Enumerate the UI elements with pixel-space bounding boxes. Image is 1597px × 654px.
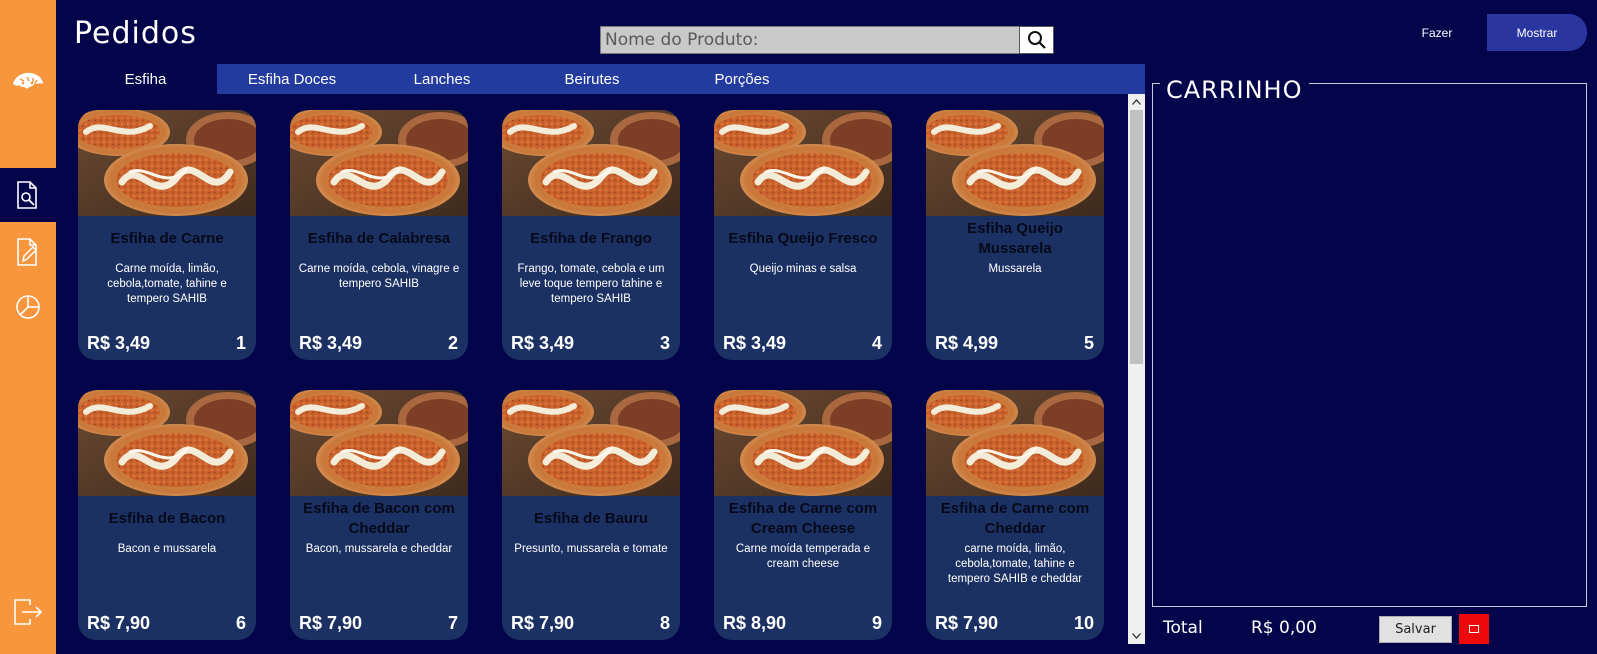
product-card[interactable]: Esfiha de Carne com Cream Cheese Carne m… xyxy=(714,390,892,640)
product-number: 4 xyxy=(871,333,882,353)
product-price: R$ 7,90 xyxy=(511,613,575,633)
product-price: R$ 7,90 xyxy=(87,613,151,633)
product-description: Presunto, mussarela e tomate xyxy=(514,543,668,555)
product-price: R$ 3,49 xyxy=(511,333,575,353)
product-price: R$ 8,90 xyxy=(723,613,787,633)
product-number: 3 xyxy=(659,333,670,353)
product-name: Esfiha de Carne com Cream Cheese xyxy=(728,500,878,537)
total-value: R$ 0,00 xyxy=(1251,618,1317,638)
product-price: R$ 3,49 xyxy=(87,333,151,353)
product-grid: Esfiha de Carne Carne moída, limão, cebo… xyxy=(74,94,1128,654)
product-image xyxy=(78,110,256,216)
product-image xyxy=(502,110,680,216)
search-icon xyxy=(1027,31,1046,49)
product-description: Carne moída temperada e cream cheese xyxy=(735,543,871,570)
product-price: R$ 7,90 xyxy=(299,613,363,633)
product-card[interactable]: Esfiha Queijo Fresco Queijo minas e sals… xyxy=(714,110,892,360)
tiger-logo-icon xyxy=(13,72,43,89)
product-image xyxy=(290,390,468,496)
tab-lanches[interactable]: Lanches xyxy=(367,64,517,94)
product-description: Carne moída, limão, cebola,tomate, tahin… xyxy=(107,263,227,305)
product-image xyxy=(502,390,680,496)
product-number: 6 xyxy=(235,613,246,633)
product-number: 10 xyxy=(1073,613,1094,633)
cart-title: CARRINHO xyxy=(1160,76,1309,104)
document-search-icon xyxy=(17,181,37,209)
product-description: Mussarela xyxy=(988,263,1042,275)
product-description: Queijo minas e salsa xyxy=(749,263,857,275)
product-description: Bacon, mussarela e cheddar xyxy=(305,543,453,555)
product-name: Esfiha de Bauru xyxy=(533,510,649,527)
logout-icon xyxy=(14,599,43,625)
product-description: Bacon e mussarela xyxy=(117,543,217,555)
product-price: R$ 3,49 xyxy=(299,333,363,353)
scroll-up-icon[interactable] xyxy=(1128,94,1145,110)
product-name: Esfiha de Bacon xyxy=(108,510,226,527)
product-number: 8 xyxy=(659,613,670,633)
total-label: Total xyxy=(1163,618,1203,638)
product-price: R$ 7,90 xyxy=(935,613,999,633)
product-price: R$ 3,49 xyxy=(723,333,787,353)
product-image xyxy=(926,390,1104,496)
product-card[interactable]: Esfiha de Bacon com Cheddar Bacon, mussa… xyxy=(290,390,468,640)
tab-porcoes[interactable]: Porções xyxy=(667,64,817,94)
tab-esfiha[interactable]: Esfiha xyxy=(74,64,217,94)
product-card[interactable]: Esfiha de Bacon Bacon e mussarela R$ 7,9… xyxy=(78,390,256,640)
product-number: 2 xyxy=(447,333,458,353)
category-tabs: Esfiha Esfiha Doces Lanches Beirutes Por… xyxy=(74,64,1145,94)
product-card[interactable]: Esfiha de Bauru Presunto, mussarela e to… xyxy=(502,390,680,640)
mostrar-button[interactable]: Mostrar xyxy=(1487,14,1587,51)
logout-button[interactable] xyxy=(0,585,56,639)
product-number: 9 xyxy=(871,613,882,633)
document-edit-icon xyxy=(17,238,38,266)
sidebar xyxy=(0,0,56,654)
product-number: 7 xyxy=(447,613,458,633)
product-description: Frango, tomate, cebola e um leve toque t… xyxy=(517,263,665,305)
product-card[interactable]: Esfiha de Calabresa Carne moída, cebola,… xyxy=(290,110,468,360)
product-scrollbar[interactable] xyxy=(1128,94,1145,644)
product-card[interactable]: Esfiha de Carne com Cheddar carne moída,… xyxy=(926,390,1104,640)
tab-esfiha-doces[interactable]: Esfiha Doces xyxy=(217,64,367,94)
fazer-button[interactable]: Fazer xyxy=(1394,16,1480,50)
product-image xyxy=(290,110,468,216)
product-card[interactable]: Esfiha de Frango Frango, tomate, cebola … xyxy=(502,110,680,360)
product-image xyxy=(78,390,256,496)
pie-chart-icon xyxy=(16,295,40,319)
sidebar-item-edit[interactable] xyxy=(0,225,56,279)
product-card[interactable]: Esfiha Queijo Mussarela Mussarela R$ 4,9… xyxy=(926,110,1104,360)
search-button[interactable] xyxy=(1019,26,1054,54)
search-input[interactable] xyxy=(601,27,1019,53)
product-number: 5 xyxy=(1083,333,1094,353)
cart-panel xyxy=(1152,83,1587,607)
page-title: Pedidos xyxy=(74,16,197,51)
delete-icon xyxy=(1469,625,1479,633)
logo xyxy=(0,0,56,166)
product-number: 1 xyxy=(235,333,246,353)
tab-beirutes[interactable]: Beirutes xyxy=(517,64,667,94)
product-image xyxy=(926,110,1104,216)
product-price: R$ 4,99 xyxy=(935,333,999,353)
product-name: Esfiha Queijo Mussarela xyxy=(967,220,1063,257)
sidebar-item-orders[interactable] xyxy=(0,168,56,222)
save-button[interactable]: Salvar xyxy=(1379,616,1452,643)
sidebar-item-reports[interactable] xyxy=(0,280,56,334)
product-image xyxy=(714,390,892,496)
product-description: Carne moída, cebola, vinagre e tempero S… xyxy=(298,263,460,290)
product-name: Esfiha Queijo Fresco xyxy=(728,230,878,247)
product-name: Esfiha de Carne xyxy=(110,230,224,247)
search-field[interactable] xyxy=(600,26,1020,54)
scroll-down-icon[interactable] xyxy=(1128,628,1145,644)
product-name: Esfiha de Bacon com Cheddar xyxy=(303,500,455,537)
product-card[interactable]: Esfiha de Carne Carne moída, limão, cebo… xyxy=(78,110,256,360)
delete-button[interactable] xyxy=(1459,614,1489,644)
scroll-thumb[interactable] xyxy=(1130,110,1143,364)
product-name: Esfiha de Frango xyxy=(530,230,652,247)
product-image xyxy=(714,110,892,216)
product-name: Esfiha de Calabresa xyxy=(307,230,451,247)
product-name: Esfiha de Carne com Cheddar xyxy=(940,500,1090,537)
product-description: carne moída, limão, cebola,tomate, tahin… xyxy=(947,543,1083,585)
